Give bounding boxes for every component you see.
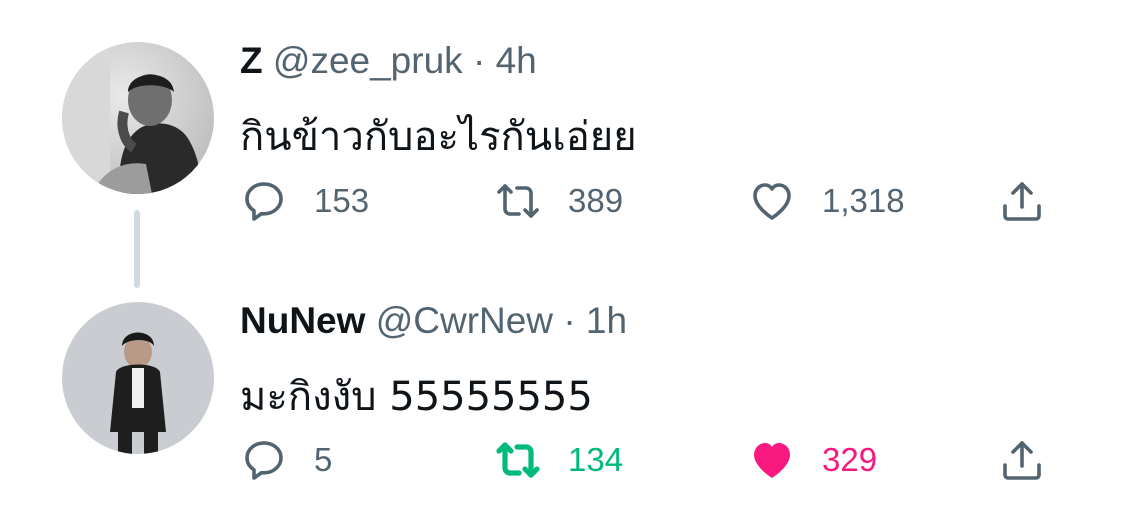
reply-button[interactable]: 5 — [240, 435, 332, 485]
timestamp[interactable]: 1h — [586, 300, 627, 341]
retweet-button[interactable]: 134 — [494, 435, 623, 485]
share-upload-icon — [1003, 441, 1041, 480]
like-count: 329 — [822, 441, 878, 478]
user-handle[interactable]: @CwrNew — [376, 300, 553, 341]
retweet-icon — [496, 442, 540, 478]
share-button[interactable] — [998, 435, 1046, 485]
separator-dot: · — [563, 300, 576, 341]
speech-bubble-icon — [245, 441, 283, 480]
heart-icon — [754, 443, 790, 478]
tweet-text: มะกิงงับ 55555555 — [240, 374, 593, 420]
reply-count: 5 — [314, 441, 333, 478]
like-button[interactable]: 329 — [748, 435, 877, 485]
tweet-header: NuNew @CwrNew · 1h — [240, 300, 627, 342]
tweet-actions: 5 134 329 — [240, 435, 1060, 485]
retweet-count: 134 — [568, 441, 624, 478]
tweet[interactable]: NuNew @CwrNew · 1h มะกิงงับ 55555555 5 1… — [0, 0, 1148, 518]
display-name[interactable]: NuNew — [240, 300, 365, 341]
